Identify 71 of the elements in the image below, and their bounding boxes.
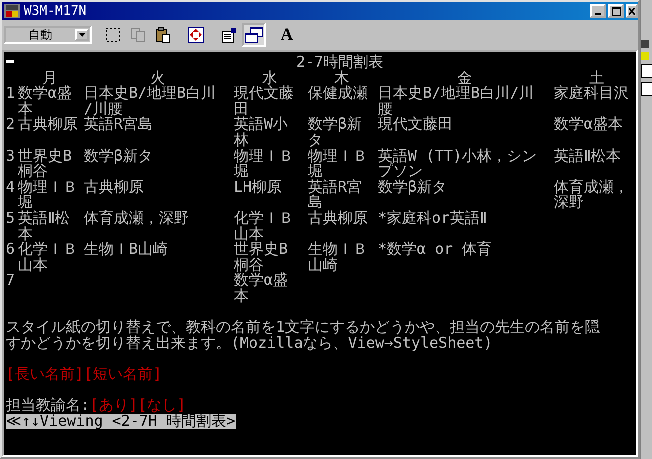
text-cursor	[6, 60, 14, 63]
timetable-cell: 数学α盛 本	[234, 271, 288, 305]
day-header: 水	[262, 68, 278, 87]
timetable-cell: 英語R宮 島	[308, 178, 362, 212]
period-number: 2	[6, 115, 16, 134]
teacher-toggle-link[interactable]: [あり]	[90, 398, 138, 414]
style-link[interactable]: [短い名前]	[84, 366, 162, 382]
minimize-button[interactable]	[590, 4, 606, 18]
timetable-cell: 物理ＩＢ 堀	[18, 178, 78, 212]
timetable-cell: 化学ＩＢ 山本	[18, 240, 78, 274]
timetable-cell: 英語Ⅱ松本	[554, 146, 621, 165]
page-title: 2-7時間割表	[296, 55, 384, 71]
period-number: 3	[6, 146, 16, 165]
timetable-cell: 物理ＩＢ 堀	[308, 146, 368, 180]
style-link[interactable]: [長い名前]	[6, 366, 84, 382]
timetable-cell: 古典柳原	[18, 115, 78, 134]
timetable-cell: 日本史B/地理B白川/川 腰	[378, 84, 534, 118]
timetable-cell: 古典柳原	[84, 178, 144, 196]
timetable-cell: 古典柳原	[308, 208, 368, 227]
copy-icon	[130, 27, 146, 43]
timetable-cell: *家庭科or英語Ⅱ	[378, 208, 488, 227]
description-paragraph: スタイル紙の切り替えで、教科の名前を1文字にするかどうかや、担当の先生の名前を隠 すかどうかを切り替え出来ます。(Mozillaなら、View→StyleSheet)	[6, 320, 602, 352]
timetable-cell: 現代文藤田	[378, 115, 453, 134]
maximize-icon	[612, 6, 620, 16]
encoding-dropdown[interactable]: 自動	[4, 26, 92, 44]
day-header: 火	[150, 68, 166, 87]
windows-button[interactable]	[242, 23, 266, 47]
timetable-cell: 英語R宮島	[84, 115, 154, 134]
timetable-cell: 保健成瀬	[308, 84, 368, 102]
timetable-cell: 世界史B 桐谷	[18, 146, 72, 180]
dashed-rectangle-icon	[105, 27, 121, 43]
timetable-cell: 英語W小 林	[234, 115, 288, 149]
period-number: 1	[6, 84, 16, 102]
timetable-cell: 数学α盛 本	[18, 84, 72, 118]
teacher-toggle-link[interactable]: [なし]	[138, 398, 186, 414]
close-icon	[629, 8, 635, 14]
timetable-cell: *数学α or 体育	[378, 240, 492, 258]
properties-icon	[221, 27, 237, 43]
clipboard-icon	[155, 27, 171, 43]
timetable-cell: 生物ＩB山崎	[84, 240, 168, 258]
timetable-cell: 生物ＩＢ 山崎	[308, 240, 368, 274]
timetable-cell: 体育成瀬，深野	[84, 208, 189, 227]
timetable-cell: 英語W (TT)小林，シン プソン	[378, 146, 538, 180]
timetable-cell: 数学β新タ	[378, 178, 448, 196]
day-header: 土	[590, 68, 604, 87]
day-header: 金	[458, 68, 472, 87]
period-number: 7	[6, 271, 16, 290]
timetable-cell: 英語Ⅱ松 本	[18, 208, 70, 243]
timetable-cell: 世界史B 桐谷	[234, 240, 288, 274]
window-title: W3M-M17N	[24, 4, 88, 18]
period-number: 4	[6, 178, 16, 196]
timetable-cell: 現代文藤 田	[234, 84, 294, 118]
app-icon	[4, 4, 20, 18]
timetable-cell: 物理ＩＢ 堀	[234, 146, 294, 180]
maximize-button[interactable]	[608, 4, 624, 18]
teacher-label: 担当教諭名:	[6, 398, 90, 414]
day-header: 木	[334, 68, 350, 87]
period-number: 5	[6, 208, 16, 227]
timetable-cell: 数学α盛本	[554, 115, 624, 134]
day-header: 月	[42, 68, 58, 87]
period-number: 6	[6, 240, 16, 258]
timetable-cell: 日本史B/地理B白川 /川腰	[84, 84, 216, 118]
timetable-cell: 家庭科目沢	[554, 84, 629, 102]
timetable-cell: 体育成瀬， 深野	[554, 178, 629, 212]
four-arrows-icon	[188, 27, 204, 43]
timetable-cell: 数学β新 タ	[308, 115, 362, 149]
timetable-cell: LH柳原	[234, 178, 282, 196]
close-button[interactable]	[626, 4, 638, 18]
timetable-cell: 化学ＩＢ 山本	[234, 208, 294, 243]
windows-icon	[245, 27, 263, 43]
timetable-cell: 数学β新タ	[84, 146, 154, 165]
